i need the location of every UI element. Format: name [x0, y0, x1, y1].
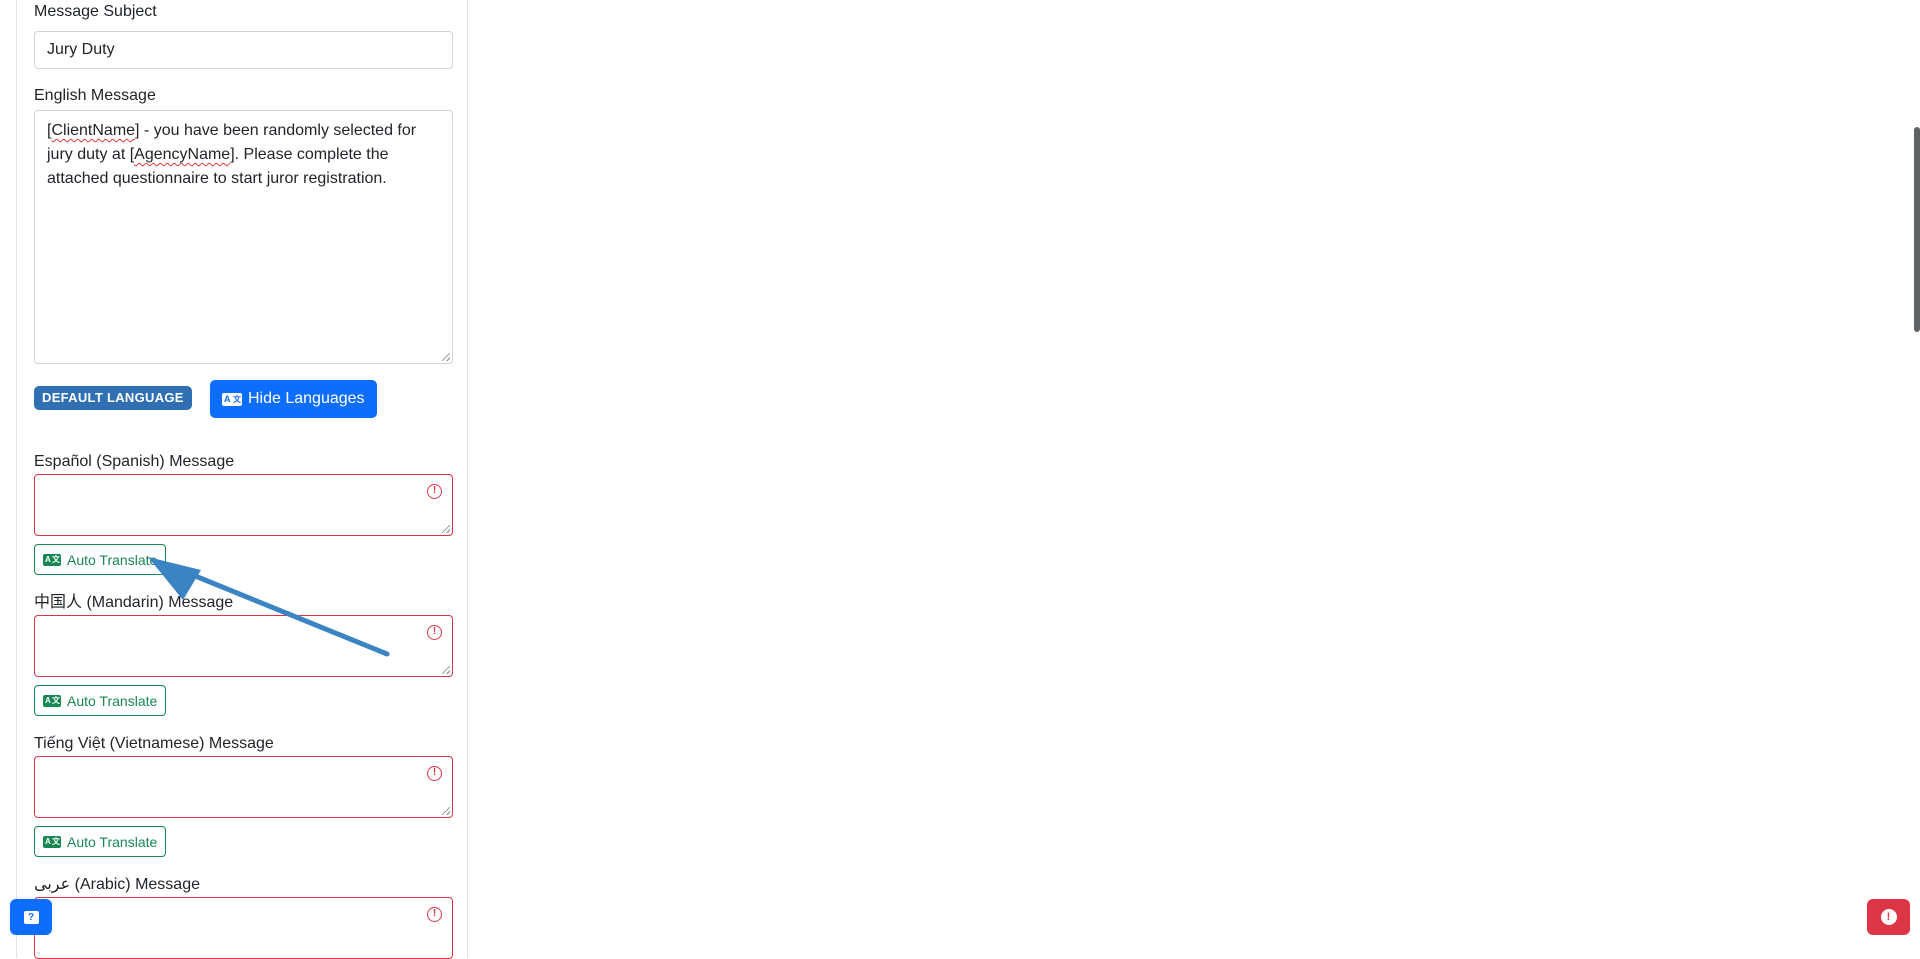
auto-translate-label: Auto Translate	[67, 551, 158, 568]
hide-languages-label: Hide Languages	[248, 390, 365, 407]
translate-icon: A文	[43, 553, 61, 566]
error-circle-icon: !	[427, 484, 442, 499]
auto-translate-label: Auto Translate	[67, 692, 158, 709]
english-message-placeholder-client: ClientName	[51, 122, 136, 139]
english-message-label: English Message	[34, 87, 156, 104]
alert-button[interactable]: !	[1867, 899, 1910, 935]
chat-button[interactable]: ?	[10, 899, 52, 935]
vietnamese-message-label: Tiếng Việt (Vietnamese) Message	[34, 735, 274, 752]
resize-grip-icon[interactable]	[442, 525, 450, 533]
alert-icon: !	[1880, 909, 1897, 925]
mandarin-message-textarea[interactable]: !	[34, 615, 453, 677]
resize-grip-icon[interactable]	[442, 666, 450, 674]
translate-icon: A文	[43, 694, 61, 707]
error-circle-icon: !	[427, 907, 442, 922]
vietnamese-message-textarea[interactable]: !	[34, 756, 453, 818]
translate-icon: A文	[222, 392, 242, 406]
subject-input[interactable]	[34, 31, 453, 69]
error-circle-icon: !	[427, 766, 442, 781]
subject-label: Message Subject	[34, 3, 157, 20]
default-language-badge: DEFAULT LANGUAGE	[34, 386, 192, 410]
english-message-textarea[interactable]: [ClientName] - you have been randomly se…	[34, 110, 453, 364]
arabic-message-textarea[interactable]: !	[34, 897, 453, 959]
auto-translate-spanish-button[interactable]: A文 Auto Translate	[34, 544, 167, 575]
message-form-panel: Message Subject English Message [ClientN…	[16, 0, 468, 959]
resize-grip-icon[interactable]	[442, 353, 450, 361]
auto-translate-vietnamese-button[interactable]: A文 Auto Translate	[34, 826, 167, 857]
mandarin-message-label: 中国人 (Mandarin) Message	[34, 594, 234, 611]
arabic-message-label: عربى (Arabic) Message	[34, 876, 200, 893]
english-message-placeholder-agency: AgencyName	[134, 146, 231, 163]
translate-icon: A文	[43, 835, 61, 848]
hide-languages-button[interactable]: A文 Hide Languages	[210, 380, 377, 418]
resize-grip-icon[interactable]	[442, 807, 450, 815]
chat-icon: ?	[23, 910, 39, 924]
spanish-message-textarea[interactable]: !	[34, 474, 453, 536]
auto-translate-label: Auto Translate	[67, 833, 158, 850]
scrollbar-thumb[interactable]	[1914, 127, 1920, 332]
spanish-message-label: Español (Spanish) Message	[34, 453, 235, 470]
auto-translate-mandarin-button[interactable]: A文 Auto Translate	[34, 685, 167, 716]
error-circle-icon: !	[427, 625, 442, 640]
